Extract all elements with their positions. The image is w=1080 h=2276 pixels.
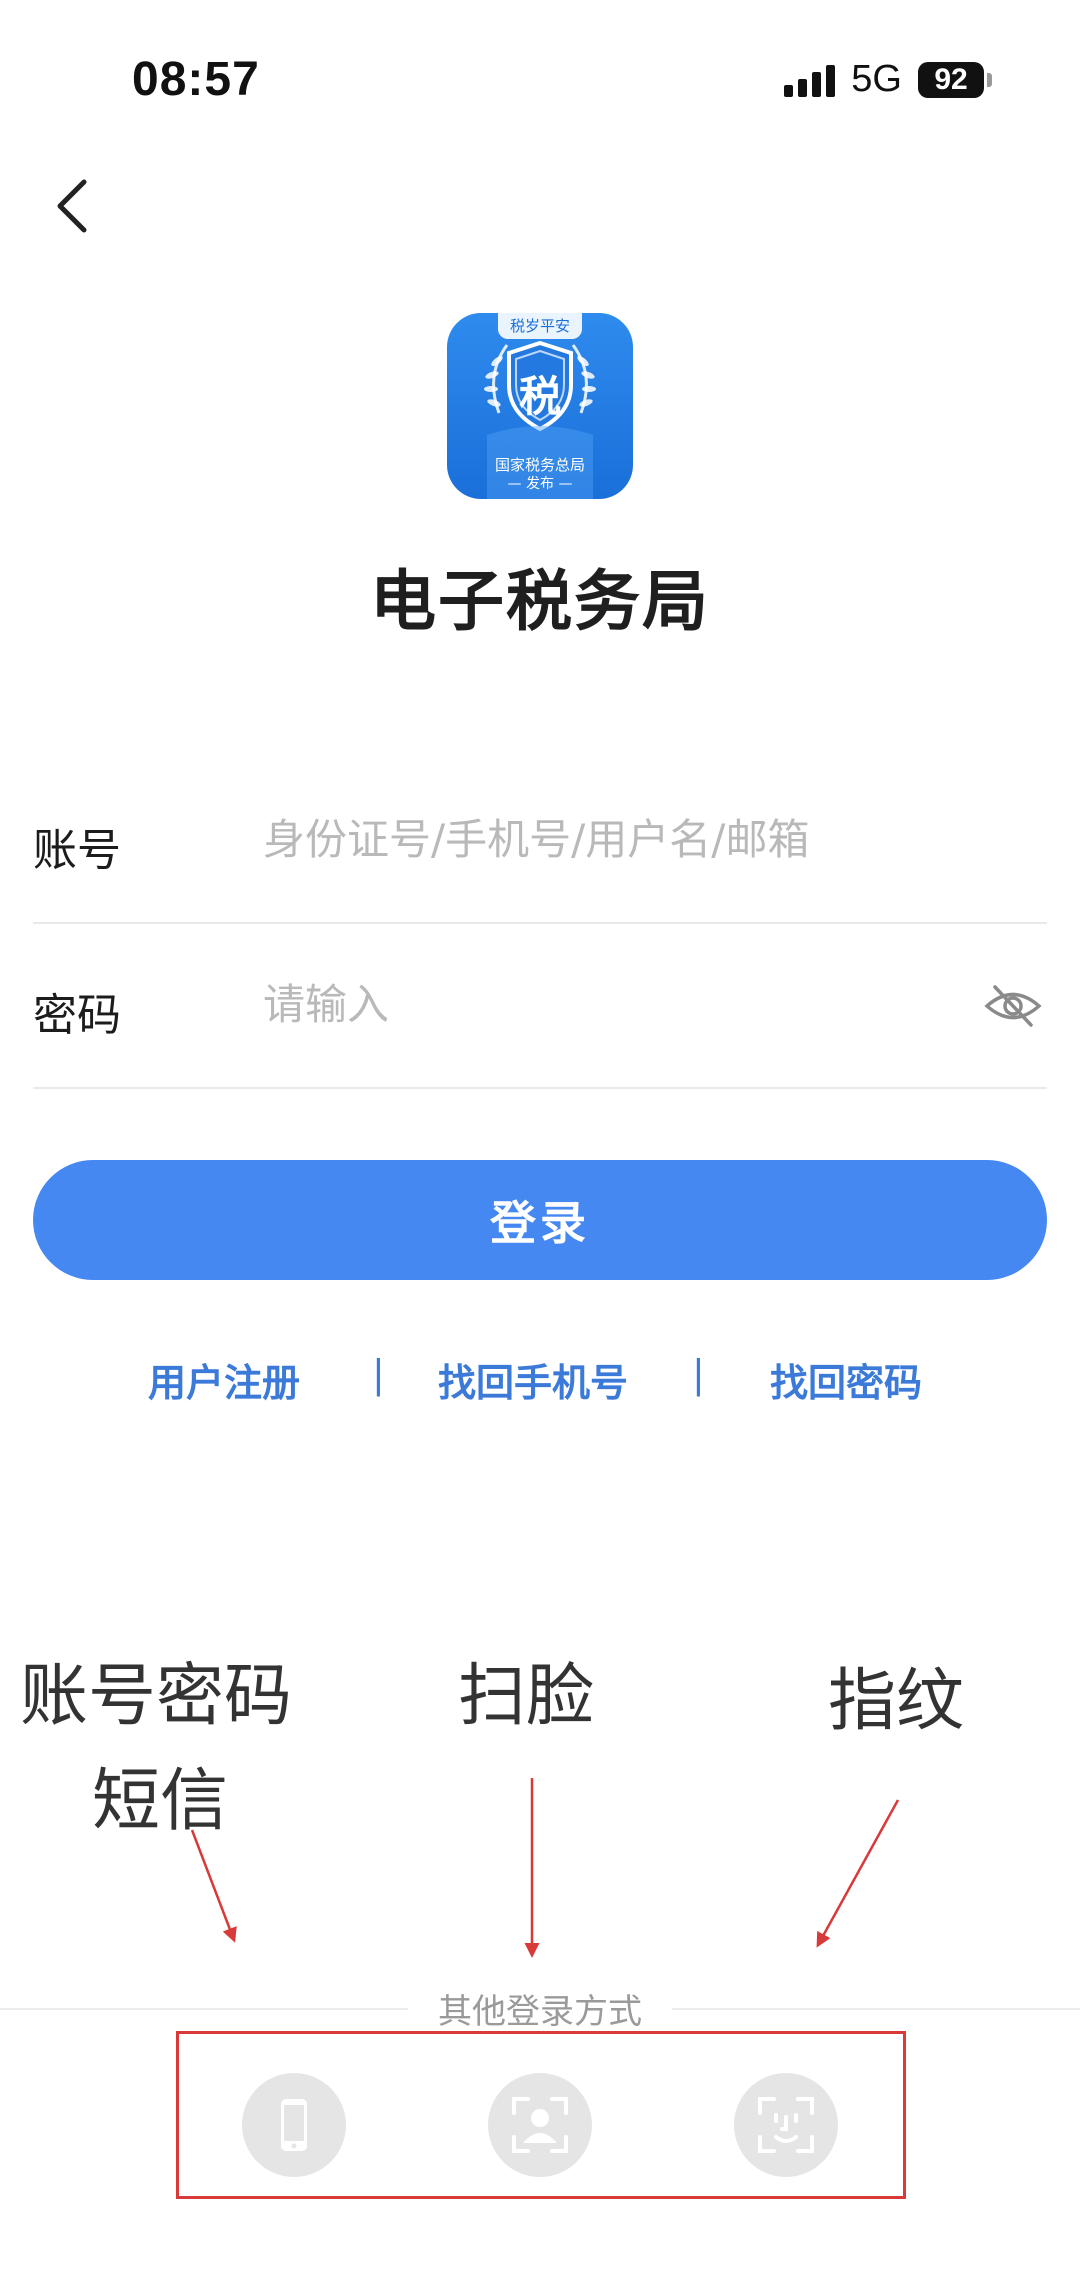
- battery-level: 92: [918, 61, 984, 98]
- annotation-account-password: 账号密码: [20, 1657, 293, 1736]
- other-login-label: 其他登录方式: [0, 1984, 1080, 2033]
- face-scan-icon: [758, 2097, 814, 2153]
- logo-tag: 税岁平安: [497, 313, 583, 339]
- logo-caption-line1: 国家税务总局: [494, 456, 585, 474]
- link-separator: |: [692, 1352, 705, 1396]
- password-input[interactable]: [263, 969, 967, 1039]
- annotation-fingerprint: 指纹: [828, 1662, 965, 1741]
- logo-caption: 国家税务总局 — 发布 —: [447, 456, 633, 494]
- face-login-button[interactable]: [488, 2073, 592, 2177]
- phone-icon: [281, 2099, 307, 2151]
- app-logo: 税岁平安 税 国家税务总局 — 发布 —: [447, 313, 633, 499]
- logo-caption-line2: — 发布 —: [507, 476, 573, 492]
- signal-icon: [784, 63, 836, 97]
- login-page: 08:57 5G 92 税岁平安 税 国家税务总局 — 发布 — 电子税务局 账…: [0, 0, 1080, 2276]
- password-row: 密码: [33, 923, 1047, 1089]
- battery-icon: [987, 72, 992, 87]
- status-indicators: 5G 92: [784, 58, 992, 101]
- arrow-to-sms: [190, 1829, 237, 1943]
- arrow-to-fingerprint: [816, 1799, 900, 1948]
- eye-off-icon[interactable]: [983, 981, 1043, 1031]
- network-type: 5G: [851, 58, 902, 100]
- account-label: 账号: [33, 825, 121, 876]
- annotation-face-scan: 扫脸: [458, 1657, 595, 1736]
- app-title: 电子税务局: [370, 563, 710, 640]
- recover-password-link[interactable]: 找回密码: [770, 1352, 922, 1407]
- fingerprint-login-button[interactable]: [734, 2073, 838, 2177]
- account-links: 用户注册 | 找回手机号 | 找回密码: [0, 1352, 1080, 1412]
- link-separator: |: [372, 1352, 385, 1396]
- face-id-icon: [512, 2097, 568, 2153]
- login-button[interactable]: 登录: [33, 1160, 1047, 1280]
- chevron-left-icon: [57, 179, 87, 233]
- annotation-sms: 短信: [92, 1762, 229, 1841]
- other-login-label-text: 其他登录方式: [408, 1992, 672, 2032]
- sms-login-button[interactable]: [242, 2073, 346, 2177]
- logo-char: 税: [518, 372, 561, 421]
- register-link[interactable]: 用户注册: [148, 1352, 300, 1407]
- password-label: 密码: [33, 990, 121, 1041]
- recover-phone-link[interactable]: 找回手机号: [438, 1352, 628, 1407]
- back-button[interactable]: [44, 170, 104, 240]
- status-time: 08:57: [132, 53, 260, 106]
- account-row: 账号: [33, 758, 1047, 924]
- account-input[interactable]: [263, 804, 967, 874]
